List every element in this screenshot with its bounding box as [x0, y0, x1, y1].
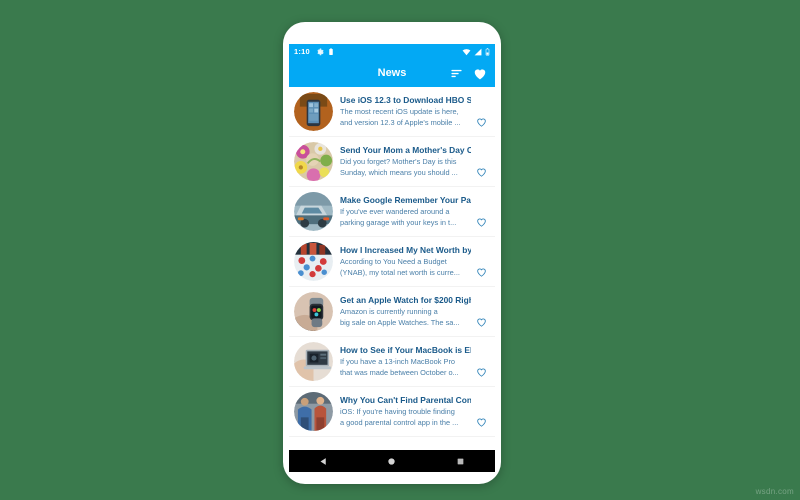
heart-outline-icon — [476, 118, 486, 127]
news-thumbnail — [294, 292, 333, 331]
favorite-button[interactable] — [473, 187, 489, 236]
news-thumbnail — [294, 242, 333, 281]
recents-square-icon — [457, 458, 464, 464]
news-item-desc-line1: iOS: If you're having trouble finding — [340, 407, 455, 416]
news-item-text: Get an Apple Watch for $200 Right ... Am… — [333, 295, 473, 328]
nav-back-button[interactable] — [303, 450, 343, 472]
heart-outline-icon — [476, 418, 486, 427]
news-item-text: Why You Can't Find Parental Contro... iO… — [333, 395, 473, 428]
news-item-text: How to See if Your MacBook is Eligi... I… — [333, 345, 473, 378]
money-photo — [294, 242, 333, 281]
heart-outline-icon — [476, 218, 486, 227]
news-item-desc-line1: Amazon is currently running a — [340, 307, 438, 316]
watermark: wsdn.com — [755, 487, 794, 496]
news-item-desc-line1: According to You Need a Budget — [340, 257, 447, 266]
back-triangle-icon — [320, 457, 326, 465]
favorites-heart-icon[interactable] — [473, 67, 487, 80]
news-item-desc-line2: a good parental control app in the ... — [340, 418, 459, 427]
favorite-button[interactable] — [473, 387, 489, 436]
nav-recents-button[interactable] — [441, 450, 481, 472]
nav-home-button[interactable] — [372, 450, 412, 472]
android-nav-bar — [289, 450, 495, 472]
news-thumbnail — [294, 142, 333, 181]
phone-screen: 1:10 News Use iOS 12.3 to Download HBO S… — [289, 44, 495, 456]
news-item-desc-line1: Did you forget? Mother's Day is this — [340, 157, 457, 166]
news-item-desc-line2: big sale on Apple Watches. The sa... — [340, 318, 460, 327]
gear-icon — [317, 48, 324, 55]
phone-photo — [294, 92, 333, 131]
people-photo — [294, 392, 333, 431]
news-item-title: Get an Apple Watch for $200 Right ... — [340, 295, 471, 305]
news-list-item[interactable]: Send Your Mom a Mother's Day Car... Did … — [289, 137, 495, 187]
status-bar: 1:10 — [289, 44, 495, 59]
news-thumbnail — [294, 92, 333, 131]
news-item-title: How to See if Your MacBook is Eligi... — [340, 345, 471, 355]
battery-saver-icon — [329, 47, 333, 55]
news-item-title: How I Increased My Net Worth by $... — [340, 245, 471, 255]
news-item-title: Make Google Remember Your Park... — [340, 195, 471, 205]
news-item-text: Use iOS 12.3 to Download HBO Sho... The … — [333, 95, 473, 128]
phone-frame: 1:10 News Use iOS 12.3 to Download HBO S… — [283, 22, 501, 484]
wifi-icon — [462, 48, 471, 55]
news-list-item[interactable]: Why You Can't Find Parental Contro... iO… — [289, 387, 495, 437]
news-item-desc-line2: and version 12.3 of Apple's mobile ... — [340, 118, 461, 127]
news-list-item[interactable]: Get an Apple Watch for $200 Right ... Am… — [289, 287, 495, 337]
news-item-desc-line1: If you've ever wandered around a — [340, 207, 450, 216]
car-photo — [294, 192, 333, 231]
sort-icon[interactable] — [450, 67, 463, 80]
favorite-button[interactable] — [473, 237, 489, 286]
news-list-item[interactable]: Make Google Remember Your Park... If you… — [289, 187, 495, 237]
news-thumbnail — [294, 192, 333, 231]
status-right-icons — [462, 47, 490, 56]
battery-icon — [485, 47, 490, 56]
news-thumbnail — [294, 392, 333, 431]
news-list-item[interactable]: How I Increased My Net Worth by $... Acc… — [289, 237, 495, 287]
news-item-text: Send Your Mom a Mother's Day Car... Did … — [333, 145, 473, 178]
favorite-button[interactable] — [473, 287, 489, 336]
news-list-item[interactable]: How to See if Your MacBook is Eligi... I… — [289, 337, 495, 387]
status-time: 1:10 — [294, 47, 310, 56]
heart-outline-icon — [476, 368, 486, 377]
app-bar-actions — [450, 67, 487, 80]
news-item-desc-line2: Sunday, which means you should ... — [340, 168, 458, 177]
news-item-desc-line1: If you have a 13-inch MacBook Pro — [340, 357, 456, 366]
heart-outline-icon — [476, 318, 486, 327]
home-circle-icon — [388, 457, 396, 465]
watch-photo — [294, 292, 333, 331]
app-bar: News — [289, 59, 495, 87]
flowers-photo — [294, 142, 333, 181]
heart-outline-icon — [476, 168, 486, 177]
favorite-button[interactable] — [473, 337, 489, 386]
news-item-desc-line1: The most recent iOS update is here, — [340, 107, 459, 116]
news-item-text: How I Increased My Net Worth by $... Acc… — [333, 245, 473, 278]
favorite-button[interactable] — [473, 137, 489, 186]
news-item-desc-line2: parking garage with your keys in t... — [340, 218, 457, 227]
signal-icon — [474, 48, 482, 55]
news-item-desc-line2: (YNAB), my total net worth is curre... — [340, 268, 460, 277]
news-item-title: Send Your Mom a Mother's Day Car... — [340, 145, 471, 155]
news-item-desc-line2: that was made between October o... — [340, 368, 459, 377]
news-list[interactable]: Use iOS 12.3 to Download HBO Sho... The … — [289, 87, 495, 456]
heart-outline-icon — [476, 268, 486, 277]
news-thumbnail — [294, 342, 333, 381]
news-item-title: Why You Can't Find Parental Contro... — [340, 395, 471, 405]
status-left-icons — [316, 47, 334, 56]
news-item-text: Make Google Remember Your Park... If you… — [333, 195, 473, 228]
macbook-photo — [294, 342, 333, 381]
news-item-title: Use iOS 12.3 to Download HBO Sho... — [340, 95, 471, 105]
news-list-item[interactable]: Use iOS 12.3 to Download HBO Sho... The … — [289, 87, 495, 137]
favorite-button[interactable] — [473, 87, 489, 136]
